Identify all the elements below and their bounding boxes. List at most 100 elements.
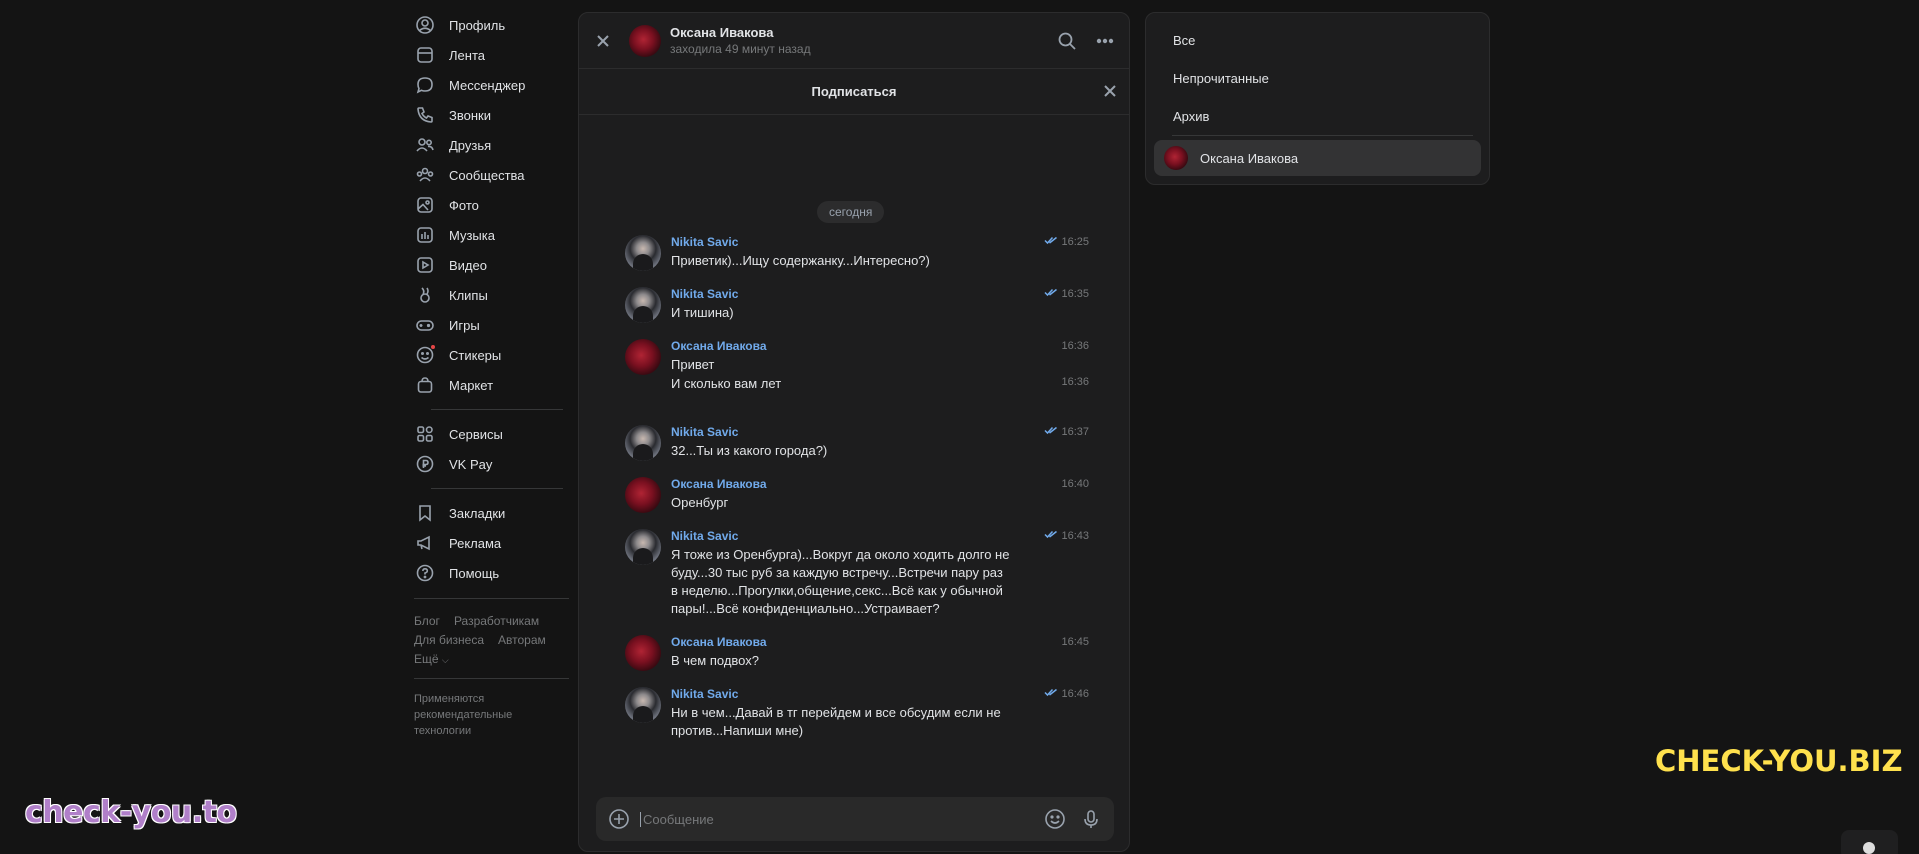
footer-divider [414, 598, 569, 599]
message-author[interactable]: Nikita Savic [671, 687, 1089, 704]
message-item[interactable]: Nikita Savic Ни в чем...Давай в тг перейд… [625, 687, 1089, 740]
nav-item-photo[interactable]: Фото [411, 190, 571, 220]
avatar[interactable] [629, 24, 661, 57]
message-text: Оренбург [671, 495, 729, 510]
message-time-label: 16:37 [1061, 426, 1089, 438]
footer-link-blog[interactable]: Блог [414, 614, 440, 628]
floating-button[interactable] [1841, 830, 1898, 854]
message-text: И тишина) [671, 305, 734, 320]
message-time: 16:25 [1044, 236, 1089, 248]
nav-item-bookmark[interactable]: Закладки [411, 498, 571, 528]
message-item[interactable]: Nikita Savic Приветик)...Ищу содержанку..… [625, 235, 1089, 271]
chat-title[interactable]: Оксана Ивакова [670, 25, 811, 40]
message-item[interactable]: Оксана Ивакова В чем подвох? 16:45 [625, 635, 1089, 671]
message-item[interactable]: Nikita Savic Я тоже из Оренбурга)...Вокру… [625, 529, 1089, 618]
clips-icon [415, 285, 435, 305]
message-item[interactable]: Оксана Ивакова Оренбург 16:40 [625, 477, 1089, 513]
nav-item-label: Реклама [449, 535, 502, 551]
subscribe-button[interactable]: Подписаться [811, 84, 896, 99]
message-time: 16:37 [1044, 426, 1089, 438]
message-time-label: 16:46 [1061, 688, 1089, 700]
nav-item-label: Мессенджер [449, 77, 526, 93]
stickers-icon [415, 344, 436, 365]
avatar[interactable] [625, 529, 661, 565]
chevron-down-icon: ⌵ [441, 654, 449, 665]
message-author[interactable]: Оксана Ивакова [671, 339, 1089, 356]
message-icon [415, 75, 435, 95]
message-time: 16:35 [1044, 288, 1089, 300]
last-seen-status: заходила 49 минут назад [670, 42, 811, 56]
avatar[interactable] [625, 687, 661, 723]
nav-item-market[interactable]: Маркет [411, 370, 571, 400]
close-icon[interactable] [593, 31, 613, 51]
nav-item-label: Стикеры [449, 347, 502, 363]
footer-divider [414, 678, 569, 679]
avatar[interactable] [625, 235, 661, 271]
nav-item-label: Сервисы [449, 426, 503, 442]
more-icon[interactable] [1095, 31, 1115, 56]
nav-item-friends[interactable]: Друзья [411, 130, 571, 160]
footer-link-developers[interactable]: Разработчикам [454, 614, 539, 628]
filter-all[interactable]: Все [1154, 21, 1481, 59]
avatar[interactable] [625, 425, 661, 461]
nav-item-help[interactable]: Помощь [411, 558, 571, 588]
emoji-icon[interactable] [1044, 808, 1066, 830]
nav-item-user-circle[interactable]: Профиль [411, 10, 571, 40]
message-author[interactable]: Nikita Savic [671, 287, 1089, 304]
services-icon [415, 424, 435, 444]
avatar[interactable] [625, 635, 661, 671]
message-input[interactable] [640, 811, 1030, 827]
footer-link-authors[interactable]: Авторам [498, 633, 546, 647]
message-author[interactable]: Nikita Savic [671, 529, 1089, 546]
nav-item-vkpay[interactable]: VK Pay [411, 449, 571, 479]
left-navigation: Профиль Лента Мессенджер Звонки Друзья Сообще… [411, 10, 571, 739]
filter-archive[interactable]: Архив [1154, 97, 1481, 135]
message-item[interactable]: Nikita Savic 32...Ты из какого города?) 16… [625, 425, 1089, 461]
user-circle-icon [415, 15, 435, 35]
nav-item-label: Видео [449, 257, 487, 273]
nav-divider [431, 409, 563, 410]
nav-item-phone[interactable]: Звонки [411, 100, 571, 130]
search-icon[interactable] [1057, 31, 1077, 56]
attach-icon[interactable] [608, 808, 630, 830]
microphone-icon[interactable] [1080, 808, 1102, 830]
message-item[interactable]: Nikita Savic И тишина) 16:35 [625, 287, 1089, 323]
footer-link-more[interactable]: Ещё ⌵ [414, 652, 449, 666]
message-author[interactable]: Оксана Ивакова [671, 477, 1089, 494]
nav-item-label: Музыка [449, 227, 495, 243]
nav-divider [431, 488, 563, 489]
subscribe-bar: Подписаться [579, 69, 1129, 115]
nav-item-newsfeed[interactable]: Лента [411, 40, 571, 70]
message-time-label: 16:43 [1061, 530, 1089, 542]
nav-item-label: Клипы [449, 287, 488, 303]
nav-item-label: Игры [449, 317, 480, 333]
nav-item-clips[interactable]: Клипы [411, 280, 571, 310]
avatar[interactable] [625, 287, 661, 323]
nav-item-games[interactable]: Игры [411, 310, 571, 340]
message-item[interactable]: И сколько вам лет 16:36 [625, 375, 1089, 393]
message-item[interactable]: Оксана Ивакова Привет 16:36 [625, 339, 1089, 375]
nav-item-label: Профиль [449, 17, 506, 33]
filter-unread[interactable]: Непрочитанные [1154, 59, 1481, 97]
nav-item-ads[interactable]: Реклама [411, 528, 571, 558]
message-list: сегодня Nikita Savic Приветик)...Ищу соде… [579, 115, 1129, 801]
nav-item-services[interactable]: Сервисы [411, 419, 571, 449]
nav-item-video[interactable]: Видео [411, 250, 571, 280]
recommendation-note[interactable]: Применяются рекомендательные технологии [411, 691, 551, 739]
nav-item-music[interactable]: Музыка [411, 220, 571, 250]
nav-item-label: Фото [449, 197, 479, 213]
footer-link-business[interactable]: Для бизнеса [414, 633, 484, 647]
chat-header: Оксана Ивакова заходила 49 минут назад [579, 13, 1129, 69]
nav-item-stickers[interactable]: Стикеры [411, 340, 571, 370]
message-author[interactable]: Nikita Savic [671, 235, 1089, 252]
phone-icon [415, 105, 435, 125]
filter-divider [1172, 135, 1473, 136]
message-author[interactable]: Nikita Savic [671, 425, 1089, 442]
active-chat-item[interactable]: Оксана Ивакова [1154, 140, 1481, 176]
nav-item-message[interactable]: Мессенджер [411, 70, 571, 100]
avatar[interactable] [625, 339, 661, 375]
avatar[interactable] [625, 477, 661, 513]
close-icon[interactable] [1103, 84, 1119, 100]
message-author[interactable]: Оксана Ивакова [671, 635, 1089, 652]
nav-item-communities[interactable]: Сообщества [411, 160, 571, 190]
